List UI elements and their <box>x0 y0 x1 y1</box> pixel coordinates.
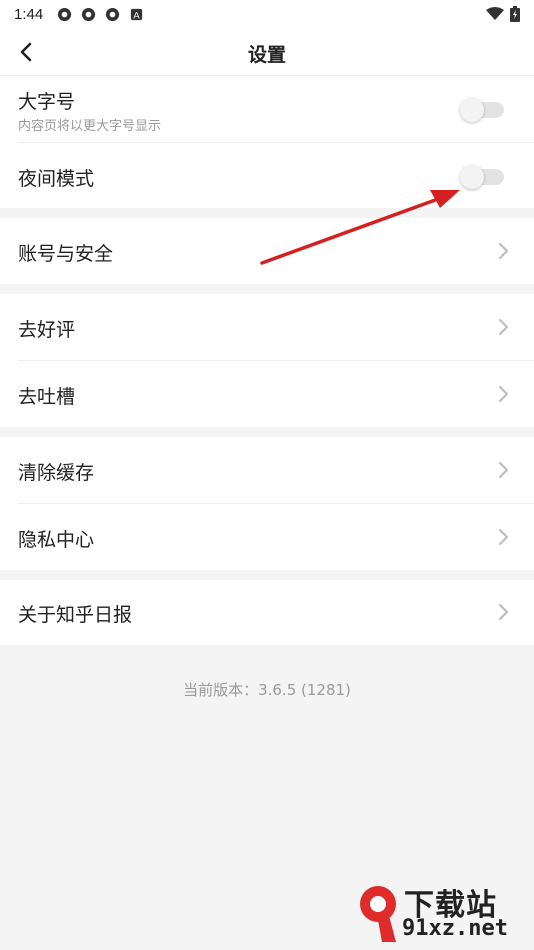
app-bar: 设置 <box>0 28 534 76</box>
version-text: 当前版本：3.6.5 (1281) <box>183 681 351 699</box>
setting-night-mode[interactable]: 夜间模式 <box>0 142 534 208</box>
page-title: 设置 <box>247 44 286 66</box>
chevron-right-icon <box>498 603 509 621</box>
settings-icon <box>106 7 120 21</box>
chevron-right-icon <box>498 318 509 336</box>
about-label: 关于知乎日报 <box>18 604 133 626</box>
watermark-url: 91xz.net <box>402 916 508 941</box>
status-time: 1:44 <box>14 5 44 23</box>
status-bar: 1:44 A <box>0 0 534 28</box>
battery-icon <box>510 6 520 22</box>
large-font-label: 大字号 <box>18 91 76 113</box>
wifi-icon <box>486 7 504 20</box>
setting-feedback[interactable]: 去吐槽 <box>0 360 534 427</box>
large-font-description: 内容页将以更大字号显示 <box>18 119 162 134</box>
toggle-knob <box>460 165 484 189</box>
watermark: 下载站 91xz.net <box>358 880 528 946</box>
chevron-right-icon <box>498 461 509 479</box>
chevron-right-icon <box>498 385 509 403</box>
setting-rate[interactable]: 去好评 <box>0 294 534 360</box>
chevron-right-icon <box>498 528 509 546</box>
setting-clear-cache[interactable]: 清除缓存 <box>0 437 534 503</box>
setting-large-font[interactable]: 大字号 内容页将以更大字号显示 <box>0 76 534 142</box>
night-mode-label: 夜间模式 <box>18 168 95 190</box>
setting-privacy[interactable]: 隐私中心 <box>0 503 534 570</box>
clear-cache-label: 清除缓存 <box>18 462 95 484</box>
chevron-right-icon <box>498 242 509 260</box>
divider <box>18 142 534 143</box>
privacy-label: 隐私中心 <box>18 529 95 551</box>
feedback-label: 去吐槽 <box>18 386 76 408</box>
rate-label: 去好评 <box>18 319 76 341</box>
divider <box>18 503 534 504</box>
setting-account-security[interactable]: 账号与安全 <box>0 218 534 284</box>
divider <box>18 360 534 361</box>
large-font-toggle[interactable] <box>460 98 504 122</box>
settings-icon <box>82 7 96 21</box>
account-security-label: 账号与安全 <box>18 243 114 265</box>
status-right <box>486 6 520 22</box>
settings-icon <box>58 7 72 21</box>
setting-about[interactable]: 关于知乎日报 <box>0 580 534 645</box>
a-icon: A <box>131 8 143 20</box>
watermark-logo-icon <box>360 886 396 942</box>
toggle-knob <box>460 98 484 122</box>
svg-text:A: A <box>134 10 141 20</box>
night-mode-toggle[interactable] <box>460 165 504 189</box>
